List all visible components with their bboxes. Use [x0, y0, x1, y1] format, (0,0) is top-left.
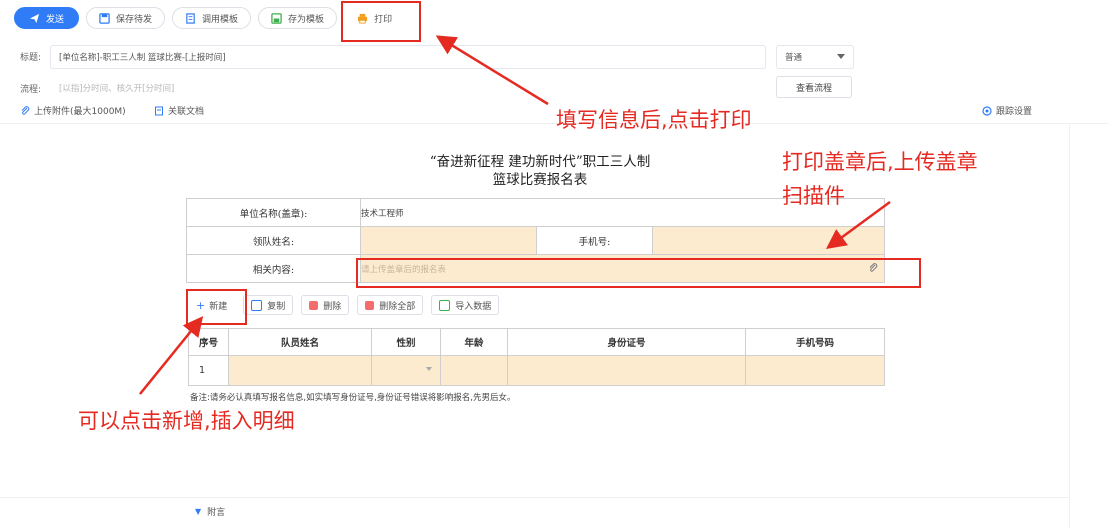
annotation-arrows	[139, 35, 891, 395]
app-page: 发送 保存待发 调用模板 存为模板 打印 标题: [单位名称]-职工三人制 篮球…	[0, 0, 1108, 530]
arrow-to-print	[435, 35, 549, 106]
arrow-to-add	[139, 316, 204, 395]
arrow-to-upload	[825, 200, 891, 249]
